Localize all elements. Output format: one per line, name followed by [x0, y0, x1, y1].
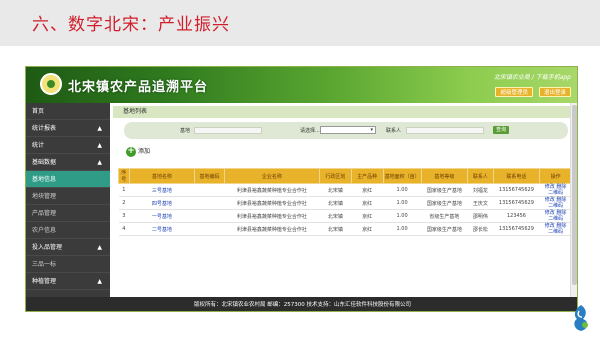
- app-title: 北宋镇农产品追溯平台: [68, 80, 209, 95]
- add-label: 添加: [138, 148, 151, 155]
- sidebar-item-planting[interactable]: 种植管理 ▲: [26, 273, 110, 290]
- col-header: 行政区划: [319, 168, 352, 184]
- chevron-up-icon: ▲: [97, 125, 102, 132]
- sidebar-item-statistics[interactable]: 统计 ▲: [26, 137, 110, 154]
- slide-header: 六、数字北宋：产业振兴: [0, 0, 600, 46]
- table-row: 1 三号基地 利津县裕鑫蔬菜种植专业合作社 北宋镇 京红 1.00 国家级生产基…: [118, 183, 572, 197]
- search-label-contact: 联系人: [386, 128, 402, 134]
- col-header: 联系人: [467, 168, 494, 184]
- search-label-base: 基地: [180, 128, 191, 134]
- sidebar-item-inputs[interactable]: 投入品管理 ▲: [26, 239, 110, 256]
- sidebar-item-home[interactable]: 首页: [26, 103, 110, 120]
- col-header: 主产品种: [350, 168, 384, 184]
- sidebar-item-reports[interactable]: 统计报表 ▲: [26, 120, 110, 137]
- sidebar-item-base-info[interactable]: 基地信息: [26, 171, 110, 188]
- qrcode-link[interactable]: 二维码: [548, 229, 563, 235]
- base-table: 序号 基地名称 基地编码 企业名称 行政区划 主产品种 基地面积（亩） 基地等级…: [118, 168, 572, 236]
- vertical-scrollbar[interactable]: [570, 103, 577, 297]
- main-panel: 基地列表 基地 请选择... ▾ 联系人 查询 + 添加 序号 基地名称 基地编…: [110, 103, 577, 297]
- sidebar: 首页 统计报表 ▲ 统计 ▲ 基础数据 ▲ 基地信息 地块管理 产品管理 农户信息 投…: [26, 103, 110, 297]
- company-logo-icon: [574, 305, 588, 331]
- app-window: 北宋镇农产品追溯平台 北宋镇农业局 / 下载手机app 超级管理员 退出登录 首…: [25, 66, 578, 312]
- slide-title: 六、数字北宋：产业振兴: [32, 15, 230, 35]
- col-header: 基地名称: [128, 168, 196, 184]
- chevron-up-icon: ▲: [97, 244, 102, 251]
- sidebar-item-farmer[interactable]: 农户信息: [26, 222, 110, 239]
- chevron-up-icon: ▲: [97, 142, 102, 149]
- footer: 版权所有：北宋镇农业农村局 邮编：257300 技术支持：山东汇佳软件科技股份有…: [26, 297, 577, 311]
- app-header: 北宋镇农产品追溯平台 北宋镇农业局 / 下载手机app 超级管理员 退出登录: [26, 67, 577, 103]
- base-name-link[interactable]: 一号基地: [129, 209, 195, 223]
- category-select[interactable]: ▾: [320, 126, 376, 134]
- base-name-link[interactable]: 三号基地: [129, 183, 195, 197]
- sidebar-item-certification[interactable]: 三品一标: [26, 256, 110, 273]
- col-header: 联系电话: [492, 168, 541, 184]
- breadcrumb: 基地列表: [113, 106, 575, 118]
- base-name-link[interactable]: 四号基地: [129, 196, 195, 210]
- platform-logo-icon: [40, 73, 62, 95]
- col-header: 基地编码: [194, 168, 225, 184]
- contact-input[interactable]: [406, 127, 484, 134]
- base-name-link[interactable]: 二号基地: [129, 222, 195, 236]
- col-header: 企业名称: [223, 168, 321, 184]
- scrollbar-thumb[interactable]: [572, 105, 577, 285]
- table-row: 2 四号基地 利津县裕鑫蔬菜种植专业合作社 北宋镇 京红 1.00 国家级生产基…: [118, 196, 572, 210]
- base-name-input[interactable]: [194, 127, 262, 134]
- chevron-up-icon: ▲: [97, 159, 102, 166]
- col-header: 操作: [539, 168, 572, 184]
- add-button[interactable]: + 添加: [126, 145, 156, 159]
- sidebar-item-product[interactable]: 产品管理: [26, 205, 110, 222]
- search-button[interactable]: 查询: [493, 126, 509, 134]
- qrcode-link[interactable]: 二维码: [548, 216, 563, 222]
- col-header: 基地面积（亩）: [382, 168, 422, 184]
- user-button[interactable]: 超级管理员: [495, 87, 533, 97]
- header-links[interactable]: 北宋镇农业局 / 下载手机app: [494, 72, 571, 81]
- table-row: 3 一号基地 利津县裕鑫蔬菜种植专业合作社 北宋镇 京红 1.00 省级生产基地…: [118, 209, 572, 223]
- qrcode-link[interactable]: 二维码: [548, 203, 563, 209]
- col-header: 基地等级: [420, 168, 469, 184]
- qrcode-link[interactable]: 二维码: [548, 190, 563, 196]
- logout-button[interactable]: 退出登录: [538, 87, 571, 97]
- search-bar: 基地 请选择... ▾ 联系人 查询: [124, 122, 568, 139]
- col-header: 序号: [118, 168, 130, 184]
- chevron-up-icon: ▲: [97, 278, 102, 285]
- sidebar-item-basic-data[interactable]: 基础数据 ▲: [26, 154, 110, 171]
- chevron-down-icon: ▾: [370, 127, 373, 133]
- sidebar-item-plot[interactable]: 地块管理: [26, 188, 110, 205]
- plus-icon: +: [126, 146, 136, 157]
- table-row: 4 二号基地 利津县裕鑫蔬菜种植专业合作社 北宋镇 京红 1.00 国家级生产基…: [118, 222, 572, 236]
- select-placeholder-label: 请选择...: [300, 128, 320, 134]
